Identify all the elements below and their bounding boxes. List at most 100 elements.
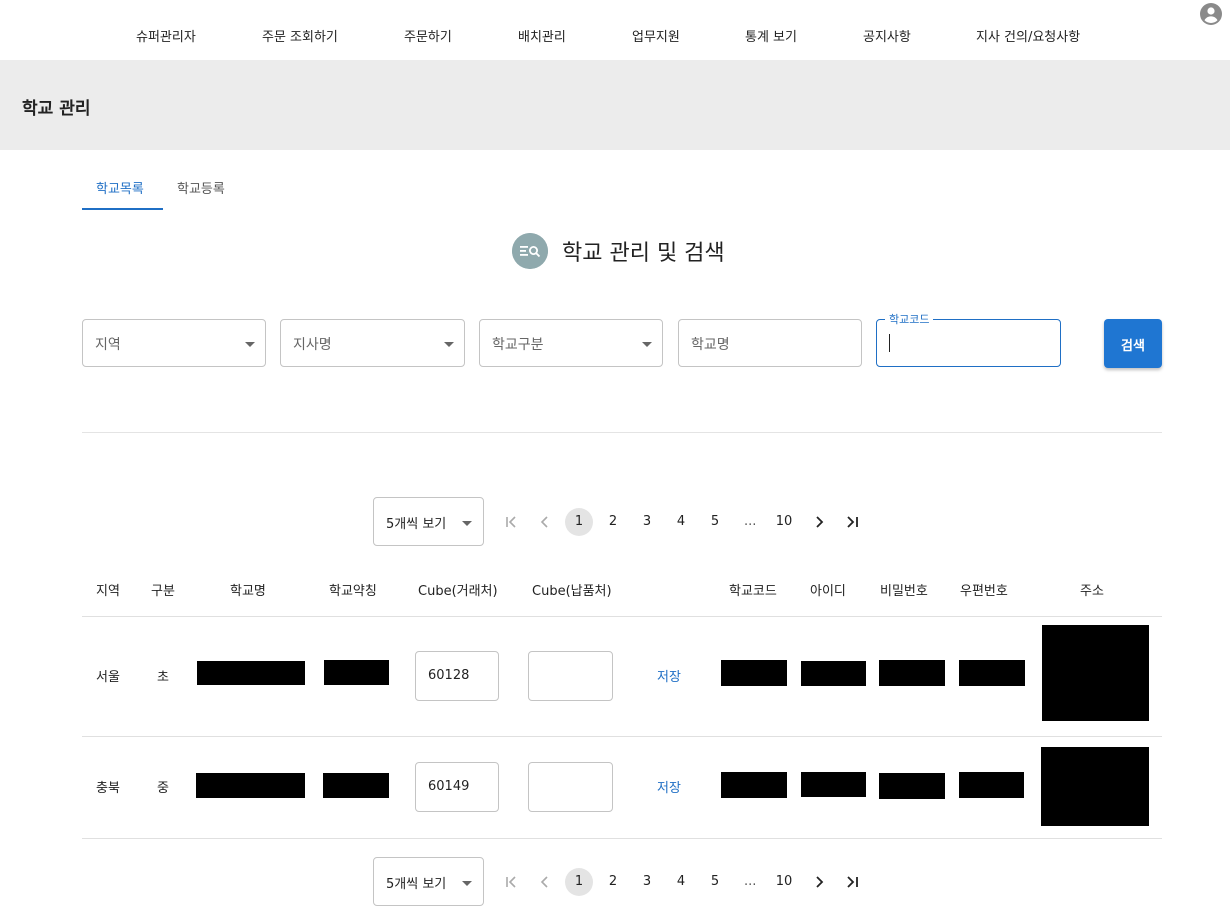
column-header-region: 지역 [96, 584, 120, 599]
nav-item-branch-requests[interactable]: 지사 건의/요청사항 [976, 26, 1080, 45]
page-size-label: 5개씩 보기 [386, 877, 447, 892]
column-header-cube-delivery: Cube(납품처) [532, 584, 612, 599]
first-page-icon[interactable] [497, 508, 525, 536]
prev-page-icon[interactable] [531, 868, 559, 896]
cell-type: 중 [157, 781, 169, 796]
page-size-select-bottom[interactable]: 5개씩 보기 [373, 857, 484, 906]
table-bottom-divider [82, 838, 1162, 839]
page-1-button[interactable]: 1 [565, 868, 593, 896]
column-header-type: 구분 [151, 584, 175, 599]
search-button-label: 검색 [1121, 339, 1145, 354]
redacted-password [879, 773, 945, 799]
last-page-icon[interactable] [839, 868, 867, 896]
school-code-label: 학교코드 [885, 311, 934, 327]
school-code-input[interactable]: 학교코드 [876, 311, 1061, 367]
school-type-select[interactable]: 학교구분 [479, 319, 663, 367]
cube-trade-value: 60128 [428, 668, 470, 683]
nav-item-statistics[interactable]: 통계 보기 [745, 26, 797, 45]
nav-item-order-lookup[interactable]: 주문 조회하기 [262, 26, 338, 45]
page-3-button[interactable]: 3 [633, 508, 661, 536]
account-icon[interactable] [1199, 2, 1223, 26]
column-header-address: 주소 [1080, 584, 1104, 599]
nav-item-super-admin[interactable]: 슈퍼관리자 [136, 26, 196, 45]
last-page-icon[interactable] [839, 508, 867, 536]
active-tab-indicator [82, 208, 163, 210]
prev-page-icon[interactable] [531, 508, 559, 536]
redacted-school-short [324, 660, 389, 685]
next-page-icon[interactable] [805, 508, 833, 536]
redacted-postal [959, 772, 1024, 798]
page-5-button[interactable]: 5 [701, 508, 729, 536]
cube-trade-input[interactable]: 60128 [415, 651, 499, 701]
page-size-select-top[interactable]: 5개씩 보기 [373, 497, 484, 546]
redacted-school-short [323, 773, 389, 798]
page-10-button[interactable]: 10 [770, 868, 798, 896]
save-button[interactable]: 저장 [657, 777, 681, 796]
nav-item-notices[interactable]: 공지사항 [863, 26, 911, 45]
page-4-button[interactable]: 4 [667, 868, 695, 896]
column-header-user-id: 아이디 [810, 584, 846, 599]
page-2-button[interactable]: 2 [599, 868, 627, 896]
cube-trade-input[interactable]: 60149 [415, 762, 499, 812]
dropdown-arrow-icon [245, 342, 255, 347]
tab-school-register[interactable]: 학교등록 [177, 178, 225, 197]
nav-item-order[interactable]: 주문하기 [404, 26, 452, 45]
nav-item-batch[interactable]: 배치관리 [518, 26, 566, 45]
column-header-school-name: 학교명 [230, 584, 266, 599]
column-header-school-code: 학교코드 [729, 584, 777, 599]
school-type-select-label: 학교구분 [492, 337, 544, 353]
column-header-school-short: 학교약칭 [329, 584, 377, 599]
redacted-address [1042, 625, 1149, 721]
cell-region: 충북 [96, 781, 120, 796]
page-size-label: 5개씩 보기 [386, 517, 447, 532]
redacted-password [879, 660, 945, 686]
school-name-placeholder: 학교명 [691, 337, 730, 353]
text-cursor [889, 334, 890, 352]
pagination-ellipsis: ... [744, 874, 757, 889]
page-title: 학교 관리 [22, 99, 91, 119]
redacted-user-id [801, 661, 866, 686]
page-4-button[interactable]: 4 [667, 508, 695, 536]
section-title: 학교 관리 및 검색 [562, 241, 725, 266]
redacted-address [1041, 747, 1149, 826]
branch-select[interactable]: 지사명 [280, 319, 465, 367]
page-1-button[interactable]: 1 [565, 508, 593, 536]
region-select-label: 지역 [95, 337, 121, 353]
divider [82, 432, 1162, 433]
next-page-icon[interactable] [805, 868, 833, 896]
cell-type: 초 [157, 670, 169, 685]
row-divider [82, 736, 1162, 737]
save-button[interactable]: 저장 [657, 666, 681, 685]
redacted-postal [959, 660, 1025, 686]
cube-delivery-input[interactable] [528, 651, 613, 701]
top-navigation: 슈퍼관리자 주문 조회하기 주문하기 배치관리 업무지원 통계 보기 공지사항 … [0, 0, 1230, 60]
cube-trade-value: 60149 [428, 779, 470, 794]
cell-region: 서울 [96, 670, 120, 685]
pagination-ellipsis: ... [744, 514, 757, 529]
cube-delivery-input[interactable] [528, 762, 613, 812]
dropdown-arrow-icon [642, 342, 652, 347]
search-button[interactable]: 검색 [1104, 319, 1162, 368]
page-10-button[interactable]: 10 [770, 508, 798, 536]
region-select[interactable]: 지역 [82, 319, 266, 367]
page-2-button[interactable]: 2 [599, 508, 627, 536]
dropdown-arrow-icon [462, 881, 472, 886]
column-header-postal: 우편번호 [960, 584, 1008, 599]
column-header-cube-trade: Cube(거래처) [418, 584, 498, 599]
dropdown-arrow-icon [462, 521, 472, 526]
school-name-input[interactable]: 학교명 [678, 319, 862, 367]
table-header-divider [82, 616, 1162, 617]
redacted-school-name [196, 773, 305, 798]
redacted-school-name [197, 661, 305, 685]
first-page-icon[interactable] [497, 868, 525, 896]
page-3-button[interactable]: 3 [633, 868, 661, 896]
redacted-school-code [721, 660, 787, 686]
dropdown-arrow-icon [444, 342, 454, 347]
branch-select-label: 지사명 [293, 337, 332, 353]
nav-item-work-support[interactable]: 업무지원 [632, 26, 680, 45]
redacted-user-id [801, 772, 866, 797]
page-5-button[interactable]: 5 [701, 868, 729, 896]
tab-school-list[interactable]: 학교목록 [96, 178, 144, 197]
redacted-school-code [721, 772, 787, 798]
column-header-password: 비밀번호 [880, 584, 928, 599]
